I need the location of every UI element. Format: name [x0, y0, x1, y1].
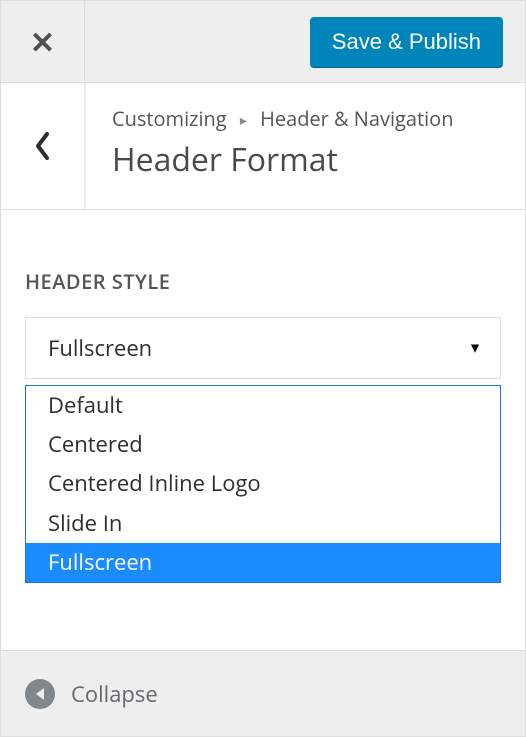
select-value: Fullscreen — [48, 333, 152, 363]
breadcrumb-separator-icon: ▸ — [240, 111, 247, 130]
header-style-options: Default Centered Centered Inline Logo Sl… — [25, 385, 501, 583]
collapse-circle-icon — [25, 679, 55, 709]
back-button[interactable] — [1, 83, 85, 209]
collapse-button[interactable]: Collapse — [25, 679, 158, 709]
option-default[interactable]: Default — [26, 386, 500, 425]
footer: Collapse — [1, 650, 525, 736]
breadcrumb: Customizing ▸ Header & Navigation — [112, 105, 499, 132]
close-button[interactable]: ✕ — [1, 1, 85, 82]
close-icon: ✕ — [30, 27, 55, 57]
triangle-left-icon — [34, 687, 46, 701]
option-slide-in[interactable]: Slide In — [26, 504, 500, 543]
breadcrumb-section: Header & Navigation — [260, 105, 453, 132]
header-style-select[interactable]: Fullscreen ▼ — [25, 317, 501, 379]
save-publish-button[interactable]: Save & Publish — [310, 17, 503, 67]
breadcrumb-root: Customizing — [112, 105, 227, 132]
header-row: Customizing ▸ Header & Navigation Header… — [1, 83, 525, 210]
section-label: HEADER STYLE — [25, 268, 501, 295]
content: HEADER STYLE Fullscreen ▼ Default Center… — [1, 210, 525, 650]
chevron-left-icon — [33, 131, 53, 161]
page-title: Header Format — [112, 138, 499, 181]
customizer-panel: ✕ Save & Publish Customizing ▸ Header & … — [0, 0, 526, 737]
option-centered[interactable]: Centered — [26, 425, 500, 464]
topbar: ✕ Save & Publish — [1, 1, 525, 83]
header-main: Customizing ▸ Header & Navigation Header… — [85, 83, 525, 209]
option-centered-inline-logo[interactable]: Centered Inline Logo — [26, 464, 500, 503]
option-fullscreen[interactable]: Fullscreen — [26, 543, 500, 582]
collapse-label: Collapse — [71, 679, 158, 709]
caret-down-icon: ▼ — [468, 339, 482, 358]
